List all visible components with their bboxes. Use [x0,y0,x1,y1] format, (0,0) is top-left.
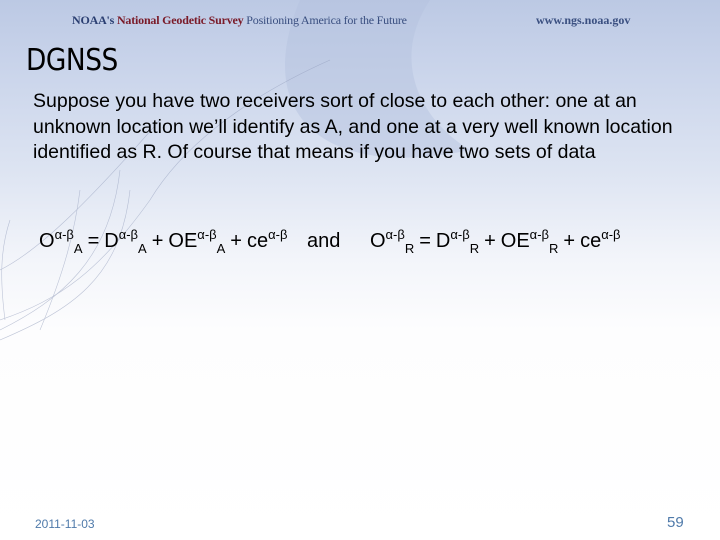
footer-date: 2011-11-03 [35,517,95,531]
eq-operator: + [151,230,164,252]
equations-line: Oα-βA = Dα-βA + OEα-βA + ceα-β and Oα-βR = Dα-βR… [39,227,621,256]
eq-operator: + [484,230,496,252]
background-decoration [0,0,470,341]
eq-term: Oα-βA [39,227,83,256]
eq-term: Oα-βR [369,227,415,256]
slide-title: DGNSS [26,43,118,78]
org-tagline: Positioning America for the Future [246,13,407,27]
header-banner: NOAA's National Geodetic Survey Position… [72,13,407,28]
org-prefix: NOAA's [72,13,115,27]
eq-operator: = [87,230,100,252]
eq-term: OEα-βA [168,227,226,256]
page-number: 59 [667,514,684,531]
org-name: National Geodetic Survey [116,13,244,27]
eq-operator: + [563,230,576,252]
equation-conjunction: and [307,230,341,252]
eq-term: ceα-β [580,227,621,252]
equation-a: Oα-βA = Dα-βA + OEα-βA + ceα-β [39,227,288,256]
eq-term: Dα-βR [435,227,480,256]
eq-term: OEα-βR [500,227,559,256]
slide-body-text: Suppose you have two receivers sort of c… [33,90,673,164]
background-arc [1,219,11,321]
header-url: www.ngs.noaa.gov [536,13,631,27]
eq-term: Dα-βA [104,227,147,256]
background-arc [0,189,131,341]
background-arc [39,189,81,331]
eq-operator: = [419,230,431,252]
eq-term: ceα-β [246,227,288,252]
eq-operator: + [230,230,242,252]
equation-r: Oα-βR = Dα-βR + OEα-βR + ceα-β [369,227,621,256]
